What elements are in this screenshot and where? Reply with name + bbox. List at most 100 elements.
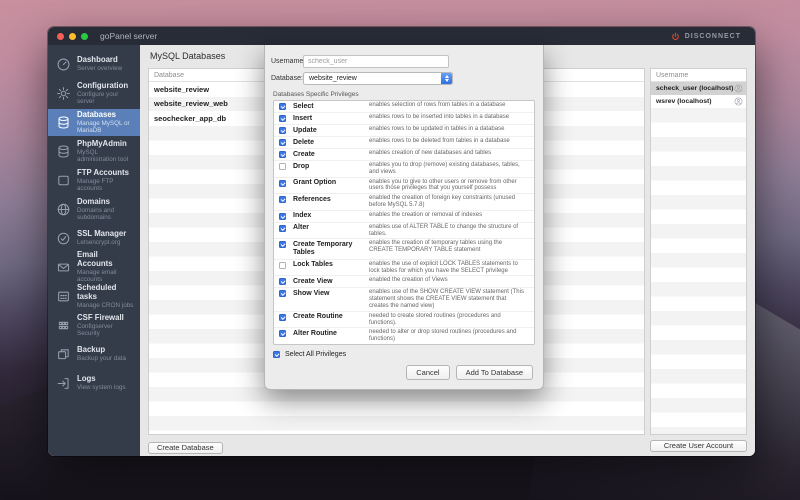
sidebar-item-backup[interactable]: Backup Backup your data [48, 341, 140, 368]
database-select[interactable]: website_review [303, 72, 453, 85]
sidebar-item-sublabel: Backup your data [77, 355, 127, 363]
privilege-description: needed to create stored routines (proced… [369, 312, 501, 326]
privilege-name: Alter Routine [293, 329, 337, 337]
sidebar-item-sublabel: Letsencrypt.org [77, 239, 121, 247]
sidebar-item-label: Logs [77, 374, 96, 384]
privilege-checkbox[interactable] [279, 212, 286, 220]
privilege-checkbox[interactable] [279, 179, 286, 187]
sidebar-item-logs[interactable]: Logs View system logs [48, 370, 140, 397]
privilege-row: Lock Tables enables the use of explicit L… [274, 260, 534, 277]
privilege-checkbox[interactable] [279, 290, 286, 298]
users-table-empty-rows [651, 108, 746, 434]
sidebar-item-domains[interactable]: Domains Domains and subdomains [48, 196, 140, 223]
disconnect-button[interactable]: DISCONNECT [671, 32, 741, 41]
privilege-checkbox[interactable] [279, 241, 286, 249]
privilege-checkbox[interactable] [279, 196, 286, 204]
sidebar-item-dashboard[interactable]: Dashboard Server overview [48, 51, 140, 78]
sidebar-item-sublabel: Configserver Security [77, 322, 113, 337]
privilege-description: enabled the creation of foreign key cons… [369, 195, 516, 208]
sidebar-item-label: PhpMyAdmin [77, 138, 127, 148]
power-icon [671, 32, 679, 40]
folder-icon [56, 173, 71, 188]
sidebar-item-email-accounts[interactable]: Email Accounts Manage email accounts [48, 250, 140, 284]
sidebar-item-csf-firewall[interactable]: CSF Firewall Configserver Security [48, 312, 140, 339]
privilege-name: Lock Tables [293, 261, 333, 269]
sidebar-item-ssl-manager[interactable]: SSL Manager Letsencrypt.org [48, 225, 140, 252]
create-database-button[interactable]: Create Database [148, 442, 223, 454]
privilege-description: enables the creation or removal of index… [369, 211, 483, 218]
privilege-description: enables creation of new databases and ta… [369, 150, 492, 156]
privilege-checkbox[interactable] [279, 127, 286, 134]
privilege-checkbox[interactable] [279, 163, 286, 170]
sidebar-item-label: Scheduled tasks [77, 282, 117, 301]
sidebar-item-label: Dashboard [77, 55, 118, 65]
privilege-name: Drop [293, 162, 310, 170]
privileges-section-label: Databases Specific Privileges [273, 91, 359, 98]
database-icon [56, 144, 71, 159]
sidebar-item-label: Domains [77, 196, 110, 206]
bricks-icon [56, 318, 71, 333]
minimize-window-button[interactable] [69, 32, 76, 40]
users-column-header: Username [651, 69, 746, 82]
create-user-account-button[interactable]: Create User Account [650, 440, 747, 452]
privilege-description: enables rows to be inserted into tables … [369, 114, 510, 120]
privilege-checkbox[interactable] [279, 139, 286, 146]
privilege-checkbox[interactable] [279, 115, 286, 122]
privilege-name: References [293, 195, 331, 203]
select-all-label: Select All Privileges [285, 350, 347, 358]
select-all-checkbox[interactable] [273, 351, 280, 359]
sidebar-item-scheduled-tasks[interactable]: Scheduled tasks Manage CRON jobs [48, 283, 140, 310]
privilege-description: needed to alter or drop stored routines … [369, 329, 517, 343]
window-title: goPanel server [100, 31, 158, 41]
sidebar-item-label: SSL Manager [77, 229, 127, 239]
privilege-row: Alter enables use of ALTER TABLE to chang… [274, 223, 534, 240]
panel-title: MySQL Databases [150, 51, 226, 61]
sidebar-item-label: Configuration [77, 80, 129, 90]
username-input[interactable] [303, 55, 449, 68]
add-user-to-database-sheet: Username: Database: website_review Datab… [264, 45, 544, 391]
sidebar-item-label: FTP Accounts [77, 167, 129, 177]
privilege-description: enables use of the SHOW CREATE VIEW stat… [369, 289, 524, 310]
privilege-description: enables selection of rows from tables in… [369, 102, 506, 108]
sidebar-item-sublabel: MySQL administration tool [77, 148, 129, 163]
user-row[interactable]: scheck_user (localhost) [651, 82, 746, 95]
zoom-window-button[interactable] [81, 32, 88, 40]
cancel-button[interactable]: Cancel [406, 365, 450, 381]
close-window-button[interactable] [57, 32, 64, 40]
privilege-checkbox[interactable] [279, 330, 286, 338]
user-row[interactable]: wsrev (localhost) [651, 95, 746, 108]
sidebar-item-databases[interactable]: Databases Manage MySQL or MariaDB [48, 109, 140, 136]
privilege-row: References enabled the creation of foreig… [274, 194, 534, 211]
add-to-database-button[interactable]: Add To Database [455, 365, 533, 381]
select-caret-icon [441, 73, 452, 84]
privilege-checkbox[interactable] [279, 278, 286, 286]
privilege-name: Alter [293, 224, 309, 232]
privilege-row: Select enables selection of rows from tab… [274, 101, 534, 113]
privilege-row: Create View enabled the creation of Views [274, 276, 534, 289]
database-label: Database: [271, 75, 303, 82]
privilege-name: Show View [293, 289, 330, 297]
privilege-checkbox[interactable] [279, 261, 286, 269]
privilege-description: enabled the creation of Views [369, 277, 448, 284]
user-icon [734, 97, 743, 106]
sidebar-item-label: CSF Firewall [77, 312, 124, 322]
privilege-name: Create [293, 150, 315, 158]
sidebar-item-configuration[interactable]: Configuration Configure your server [48, 80, 140, 107]
privilege-checkbox[interactable] [279, 151, 286, 158]
privilege-row: Drop enables you to drop (remove) existin… [274, 161, 534, 178]
privilege-checkbox[interactable] [279, 313, 286, 321]
privilege-name: Update [293, 126, 317, 134]
sidebar-item-phpmyadmin[interactable]: PhpMyAdmin MySQL administration tool [48, 138, 140, 165]
calendar-icon [56, 289, 71, 304]
sidebar-item-sublabel: Manage email accounts [77, 269, 117, 284]
privilege-name: Delete [293, 138, 315, 146]
sidebar-item-label: Backup [77, 345, 106, 355]
privilege-checkbox[interactable] [279, 224, 286, 232]
sidebar-item-ftp-accounts[interactable]: FTP Accounts Manage FTP accounts [48, 167, 140, 194]
privilege-row: Create Routine needed to create stored ro… [274, 312, 534, 329]
user-name: wsrev (localhost) [656, 98, 712, 105]
privilege-checkbox[interactable] [279, 103, 286, 110]
user-name: scheck_user (localhost) [656, 85, 734, 92]
sidebar-item-label: Email Accounts [77, 250, 113, 269]
privilege-row: Create Temporary Tables enables the creat… [274, 239, 534, 260]
